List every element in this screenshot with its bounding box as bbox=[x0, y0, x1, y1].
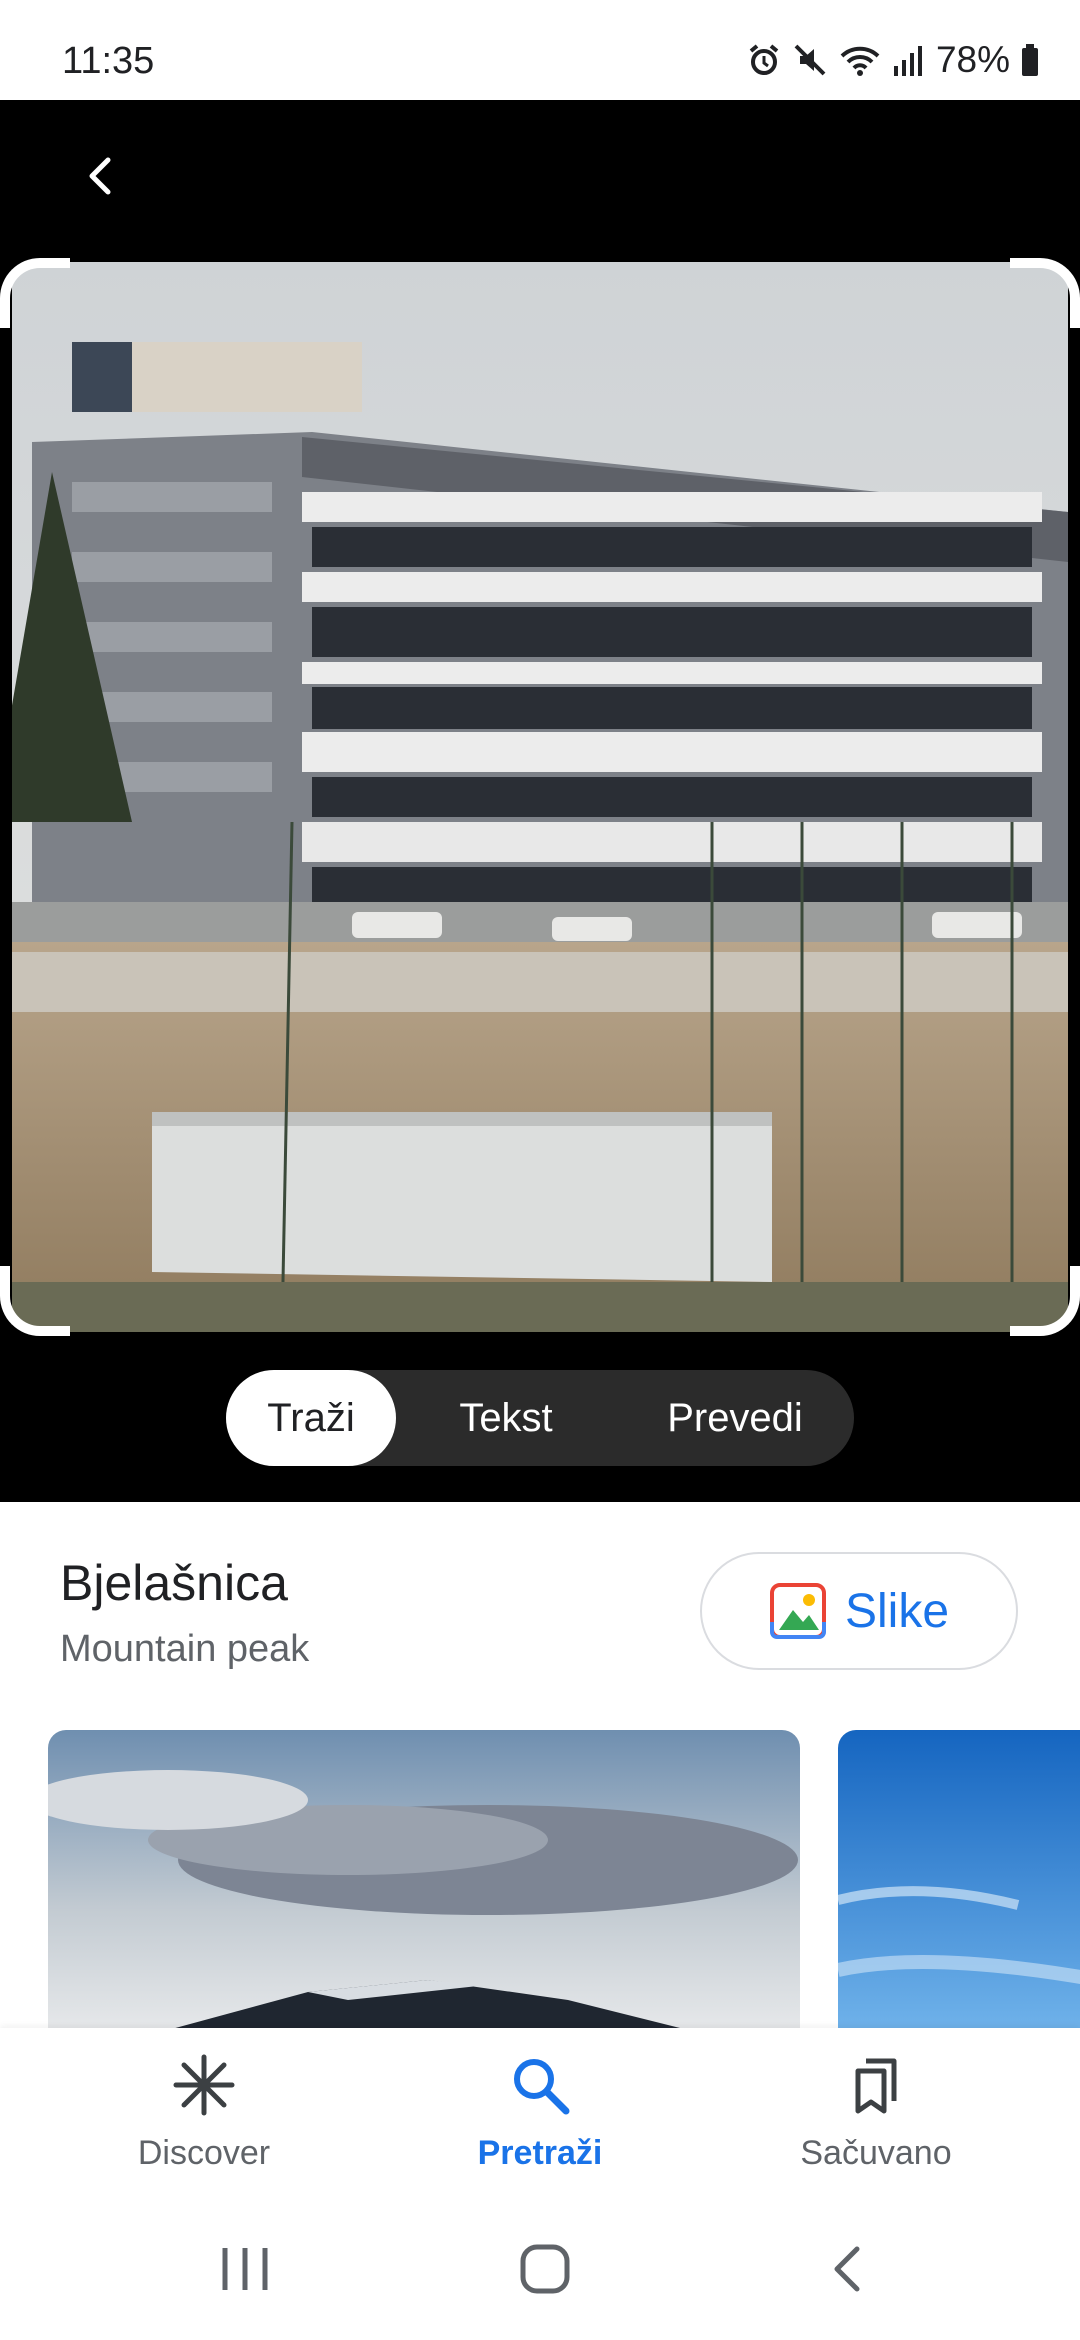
recent-apps-icon bbox=[222, 2248, 268, 2290]
crop-corner-bottom-right[interactable] bbox=[1010, 1266, 1080, 1336]
tab-search[interactable]: Traži bbox=[226, 1370, 396, 1466]
system-navigation bbox=[0, 2198, 1080, 2340]
bookmarks-icon bbox=[841, 2050, 911, 2120]
crop-corner-top-right[interactable] bbox=[1010, 258, 1080, 328]
nav-search-label: Pretraži bbox=[477, 2134, 603, 2172]
battery-icon bbox=[1020, 42, 1040, 78]
mute-icon bbox=[792, 42, 828, 78]
status-bar: 11:35 78% bbox=[0, 0, 1080, 100]
result-title[interactable]: Bjelašnica bbox=[60, 1554, 288, 1612]
tab-translate[interactable]: Prevedi bbox=[616, 1370, 854, 1466]
home-icon bbox=[520, 2244, 570, 2294]
wifi-icon bbox=[838, 42, 882, 78]
chevron-left-icon bbox=[89, 157, 111, 195]
battery-percent: 78% bbox=[935, 39, 1010, 80]
result-panel: Bjelašnica Mountain peak Slike bbox=[0, 1502, 1080, 2030]
status-time: 11:35 bbox=[62, 40, 155, 82]
captured-photo[interactable] bbox=[12, 262, 1068, 1332]
asterisk-icon bbox=[169, 2050, 239, 2120]
result-image-2[interactable] bbox=[838, 1730, 1080, 2030]
result-image-1[interactable] bbox=[48, 1730, 800, 2030]
image-icon bbox=[769, 1583, 826, 1639]
nav-saved-label: Sačuvano bbox=[800, 2134, 952, 2172]
recent-apps-button[interactable] bbox=[210, 2234, 280, 2304]
result-subtitle: Mountain peak bbox=[60, 1628, 310, 1670]
system-back-button[interactable] bbox=[814, 2234, 884, 2304]
crop-corner-top-left[interactable] bbox=[0, 258, 70, 328]
images-button[interactable]: Slike bbox=[700, 1552, 1018, 1670]
nav-discover[interactable]: Discover bbox=[84, 2050, 324, 2190]
mode-tabs: Traži Tekst Prevedi bbox=[226, 1370, 854, 1466]
search-icon bbox=[505, 2050, 575, 2120]
image-viewer: Traži Tekst Prevedi bbox=[0, 100, 1080, 1502]
nav-saved[interactable]: Sačuvano bbox=[756, 2050, 996, 2190]
nav-discover-label: Discover bbox=[137, 2134, 271, 2172]
back-icon bbox=[834, 2246, 860, 2292]
nav-search[interactable]: Pretraži bbox=[420, 2050, 660, 2190]
home-button[interactable] bbox=[510, 2234, 580, 2304]
back-button[interactable] bbox=[74, 148, 130, 204]
bottom-navigation: Discover Pretraži Sačuvano bbox=[0, 2028, 1080, 2198]
tab-text[interactable]: Tekst bbox=[396, 1370, 616, 1466]
alarm-icon bbox=[746, 42, 782, 78]
images-button-label: Slike bbox=[844, 1584, 950, 1638]
signal-icon bbox=[892, 42, 922, 78]
status-icons: 78% bbox=[746, 38, 1040, 82]
crop-corner-bottom-left[interactable] bbox=[0, 1266, 70, 1336]
